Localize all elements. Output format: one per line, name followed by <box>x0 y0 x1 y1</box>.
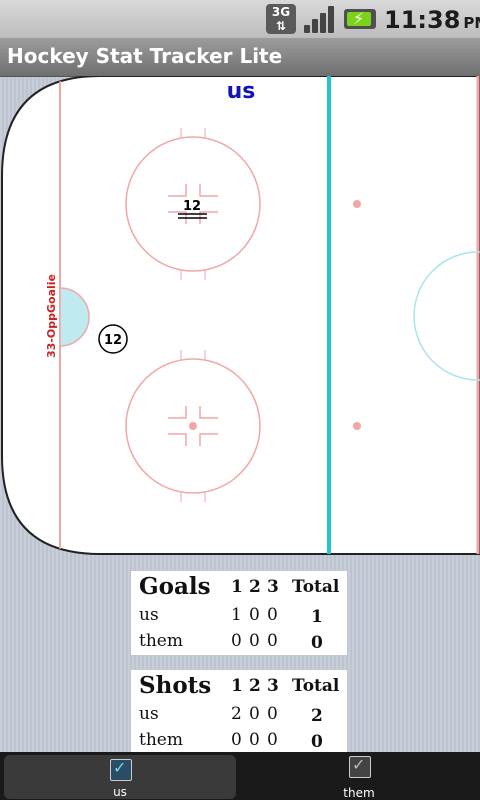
team-name: them <box>139 730 183 750</box>
team-name: them <box>139 631 183 651</box>
period-value: 0 <box>267 605 278 625</box>
shots-table-header: Shots 1 2 3 Total <box>131 670 347 702</box>
status-bar: 3G ⇅ ⚡ 11:38PM <box>0 0 480 38</box>
period-value: 0 <box>249 730 260 750</box>
battery-charging-icon: ⚡ <box>344 9 376 29</box>
goalie-label: 33-OppGoalie <box>45 274 58 358</box>
network-type-label: 3G <box>271 5 291 19</box>
period-value: 0 <box>249 704 260 724</box>
total-value: 2 <box>311 706 323 726</box>
clock-ampm: PM <box>463 14 480 32</box>
checkbox-checked-icon: ✓ <box>349 755 371 778</box>
shots-table: Shots 1 2 3 Total us 2 0 0 2 them 0 0 0 … <box>131 670 347 752</box>
period-value: 1 <box>231 605 242 625</box>
clock: 11:38PM <box>384 6 480 34</box>
period-value: 0 <box>267 704 278 724</box>
total-header: Total <box>292 676 340 696</box>
table-row: them 0 0 0 0 <box>131 728 347 754</box>
team-name: us <box>139 704 159 724</box>
goals-table: Goals 1 2 3 Total us 1 0 0 1 them 0 0 0 … <box>131 571 347 655</box>
table-row: them 0 0 0 0 <box>131 629 347 655</box>
shot-marker[interactable]: 12 <box>98 324 128 354</box>
total-header: Total <box>292 577 340 597</box>
period-header: 3 <box>267 577 279 597</box>
period-value: 0 <box>249 631 260 651</box>
period-value: 0 <box>231 631 242 651</box>
tab-us[interactable]: ✓ us <box>4 755 236 799</box>
goals-table-header: Goals 1 2 3 Total <box>131 571 347 603</box>
app-title: Hockey Stat Tracker Lite <box>7 44 283 68</box>
period-value: 0 <box>267 730 278 750</box>
tab-us-label: us <box>113 785 127 799</box>
faceoff-dot-top-neutral <box>353 200 361 208</box>
total-value: 1 <box>311 607 323 627</box>
period-header: 1 <box>231 676 243 696</box>
total-value: 0 <box>311 633 323 653</box>
team-tab-bar: ✓ us ✓ them <box>0 752 480 800</box>
period-value: 2 <box>231 704 242 724</box>
period-value: 0 <box>231 730 242 750</box>
network-3g-icon: 3G ⇅ <box>266 4 296 34</box>
faceoff-dot-bottom-neutral <box>353 422 361 430</box>
app-title-bar: Hockey Stat Tracker Lite <box>0 38 480 77</box>
period-header: 2 <box>249 676 261 696</box>
total-value: 0 <box>311 732 323 752</box>
clock-time: 11:38 <box>384 6 461 34</box>
tab-them-label: them <box>343 786 375 800</box>
period-value: 0 <box>249 605 260 625</box>
checkbox-checked-icon: ✓ <box>110 758 132 781</box>
period-header: 3 <box>267 676 279 696</box>
goal-marker-number: 12 <box>183 199 201 214</box>
signal-icon <box>304 5 336 33</box>
team-name: us <box>139 605 159 625</box>
table-row: us 2 0 0 2 <box>131 702 347 728</box>
period-header: 1 <box>231 577 243 597</box>
period-value: 0 <box>267 631 278 651</box>
hockey-rink[interactable]: us 33-OppGoalie 12 12 <box>0 76 480 556</box>
period-header: 2 <box>249 577 261 597</box>
team-label: us <box>227 79 256 104</box>
shot-marker-number: 12 <box>104 333 122 348</box>
table-row: us 1 0 0 1 <box>131 603 347 629</box>
shots-table-title: Shots <box>139 672 212 699</box>
goals-table-title: Goals <box>139 573 211 600</box>
tab-them[interactable]: ✓ them <box>242 752 476 800</box>
